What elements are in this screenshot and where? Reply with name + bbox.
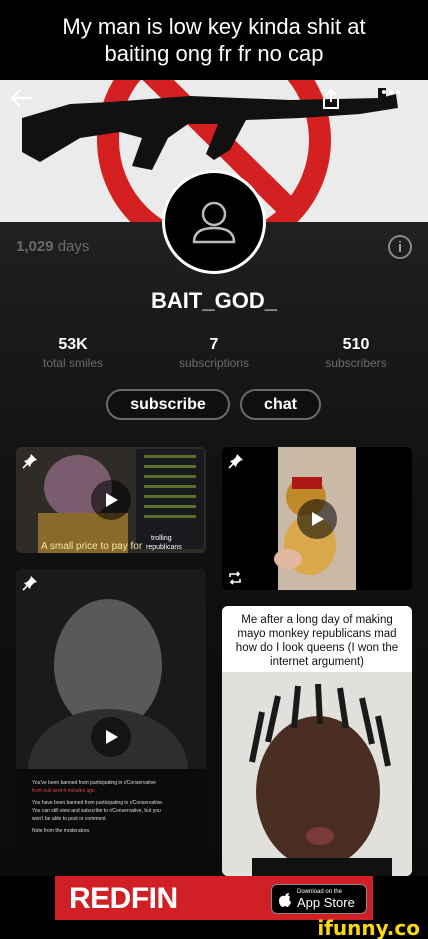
stat-subscriptions[interactable]: 7 subscriptions bbox=[144, 336, 284, 370]
stat-total-smiles: 53K total smiles bbox=[42, 336, 104, 370]
ifunny-watermark: ifunny.co bbox=[317, 916, 420, 939]
chat-button[interactable]: chat bbox=[240, 389, 321, 420]
footer: ifunny.co bbox=[0, 916, 428, 939]
username: BAIT_GOD_ bbox=[151, 288, 277, 313]
play-button[interactable] bbox=[91, 717, 131, 757]
play-icon bbox=[106, 730, 118, 744]
play-button[interactable] bbox=[91, 480, 131, 520]
days-count: 1,029 bbox=[16, 238, 54, 255]
days-counter: 1,029 days bbox=[16, 238, 89, 255]
back-button[interactable] bbox=[10, 88, 50, 122]
banned-notice: You've been banned from participating in… bbox=[32, 780, 164, 834]
post-tile-thanos[interactable]: A small price to pay for trolling republ… bbox=[16, 447, 206, 553]
info-icon[interactable]: i bbox=[388, 235, 412, 259]
pin-icon bbox=[22, 576, 37, 591]
app-store-button[interactable]: Download on the App Store bbox=[271, 884, 367, 914]
repost-icon bbox=[229, 571, 241, 585]
avatar-placeholder-icon bbox=[192, 201, 236, 244]
apple-icon bbox=[279, 893, 291, 907]
play-button[interactable] bbox=[297, 499, 337, 539]
more-icon bbox=[382, 90, 400, 94]
selfie-thumbnail bbox=[222, 672, 412, 876]
thanos-caption: A small price to pay for bbox=[41, 541, 143, 552]
pin-icon bbox=[22, 454, 37, 469]
pin-icon bbox=[228, 454, 243, 469]
meme-caption: My man is low key kinda shit at baiting … bbox=[0, 0, 428, 80]
profile-screen: 1,029 days i BAIT_GOD_ 53K total smiles … bbox=[0, 80, 428, 876]
share-icon bbox=[323, 88, 339, 109]
play-icon bbox=[106, 493, 118, 507]
stat-subscribers[interactable]: 510 subscribers bbox=[286, 336, 426, 370]
days-label: days bbox=[57, 238, 90, 255]
redfin-ad[interactable]: REDFIN Download on the App Store bbox=[55, 876, 373, 920]
avatar[interactable] bbox=[162, 170, 266, 274]
post-tile-banned[interactable]: You've been banned from participating in… bbox=[16, 569, 206, 876]
redfin-logo: REDFIN bbox=[69, 882, 178, 915]
mayo-caption: Me after a long day of making mayo monke… bbox=[222, 606, 412, 672]
share-button[interactable] bbox=[320, 88, 360, 122]
post-tile-toy[interactable] bbox=[222, 447, 412, 590]
ad-banner[interactable]: REDFIN Download on the App Store bbox=[0, 876, 428, 920]
back-arrow-icon bbox=[10, 89, 32, 107]
post-tile-mayo[interactable]: Me after a long day of making mayo monke… bbox=[222, 606, 412, 876]
subscribe-button[interactable]: subscribe bbox=[106, 389, 230, 420]
more-options-button[interactable] bbox=[380, 88, 420, 122]
thanos-small-text: trolling bbox=[151, 535, 172, 542]
thanos-small-text-2: republicans bbox=[146, 544, 182, 551]
play-icon bbox=[312, 512, 324, 526]
